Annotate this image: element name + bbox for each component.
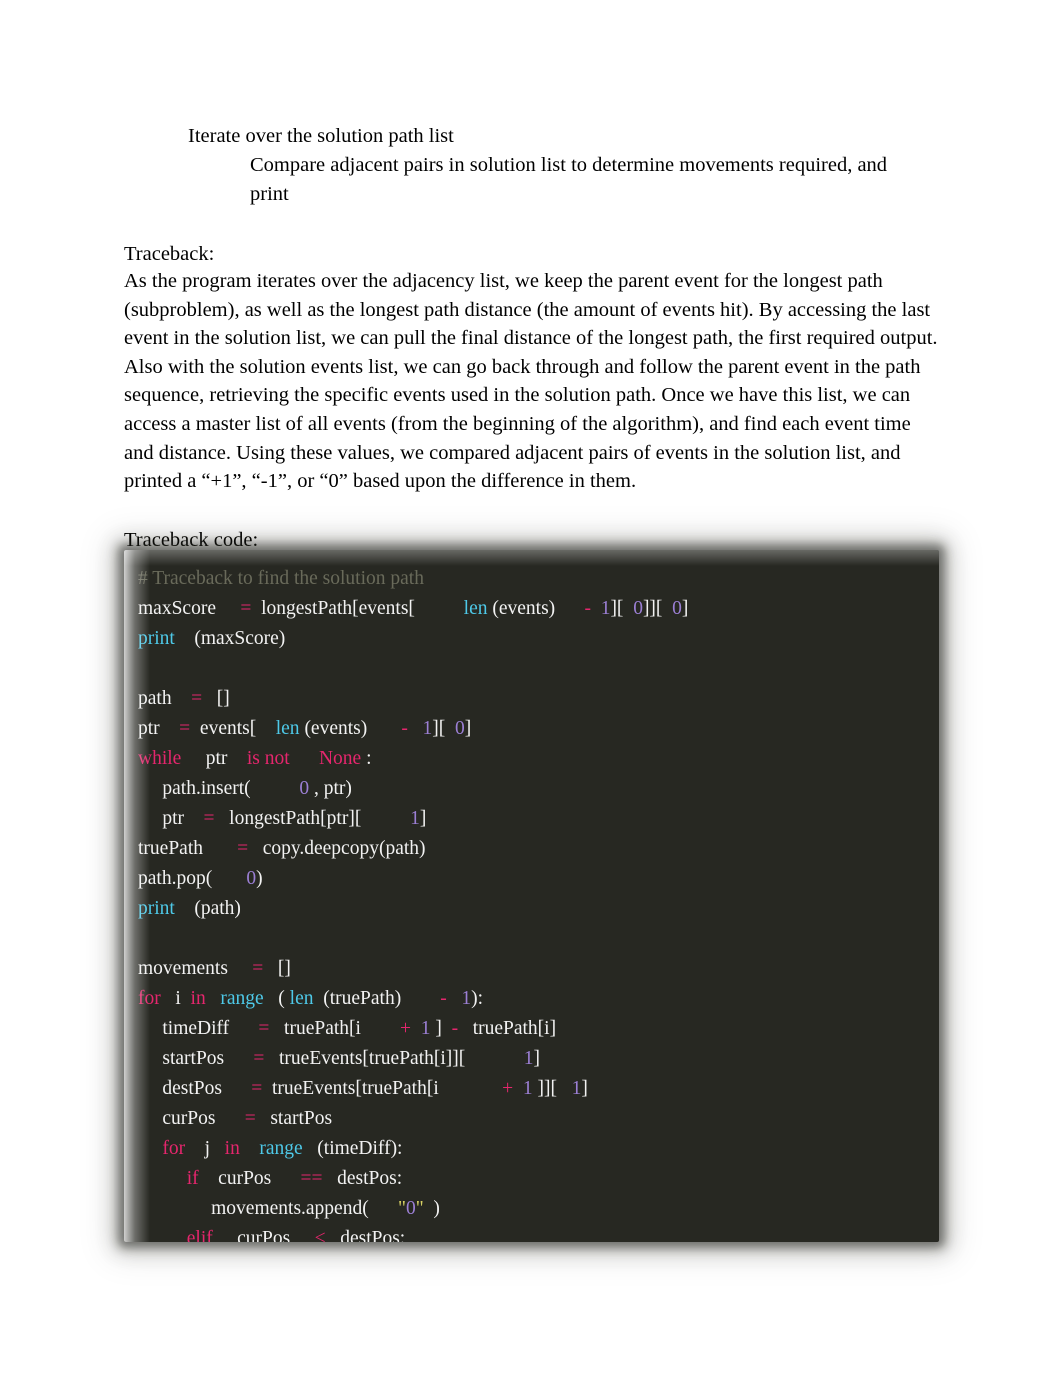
document-page: Iterate over the solution path list Comp… (0, 0, 1062, 1377)
code-line: for i in range ( len (truePath) - 1): (138, 988, 484, 1009)
outline-item-level1: Iterate over the solution path list (188, 125, 454, 147)
code-line: # Traceback to find the solution path (138, 568, 424, 589)
code-line: movements.append( "0" ) (138, 1198, 440, 1219)
code-line: print (path) (138, 898, 241, 919)
code-screenshot: # Traceback to find the solution path max… (124, 550, 939, 1242)
code-line: path.insert( 0 , ptr) (138, 778, 352, 799)
code-line: for j in range (timeDiff): (162, 1138, 403, 1159)
heading-traceback: Traceback: (124, 243, 215, 265)
code-line: curPos = startPos (138, 1108, 333, 1129)
code-line: path = [] (138, 688, 230, 709)
outline-item-level2: Compare adjacent pairs in solution list … (250, 154, 888, 205)
code-line: ptr = events[ len (events) - 1][ 0] (138, 718, 472, 739)
code-line: elif curPos < destPos: (186, 1228, 406, 1242)
code-line: path.pop( 0) (138, 868, 263, 889)
code-line: if curPos == destPos: (186, 1168, 403, 1189)
code-line: maxScore = longestPath[events[ len (even… (138, 598, 689, 619)
code-line: truePath = copy.deepcopy(path) (138, 838, 426, 859)
code-screenshot-container: # Traceback to find the solution path max… (110, 532, 955, 1257)
code-line: destPos = trueEvents[truePath[i + 1 ]][ … (138, 1078, 588, 1099)
code-lines: # Traceback to find the solution path max… (124, 550, 939, 1242)
code-line: movements = [] (138, 958, 291, 979)
code-line: timeDiff = truePath[i + 1 ] - truePath[i… (138, 1018, 557, 1039)
code-line: print (maxScore) (138, 628, 286, 649)
code-line: ptr = longestPath[ptr][ 1] (138, 808, 427, 829)
code-line: while ptr is not None : (138, 748, 372, 769)
code-line: startPos = trueEvents[truePath[i]][ 1] (138, 1048, 541, 1069)
paragraph-traceback-description: As the program iterates over the adjacen… (124, 270, 938, 493)
